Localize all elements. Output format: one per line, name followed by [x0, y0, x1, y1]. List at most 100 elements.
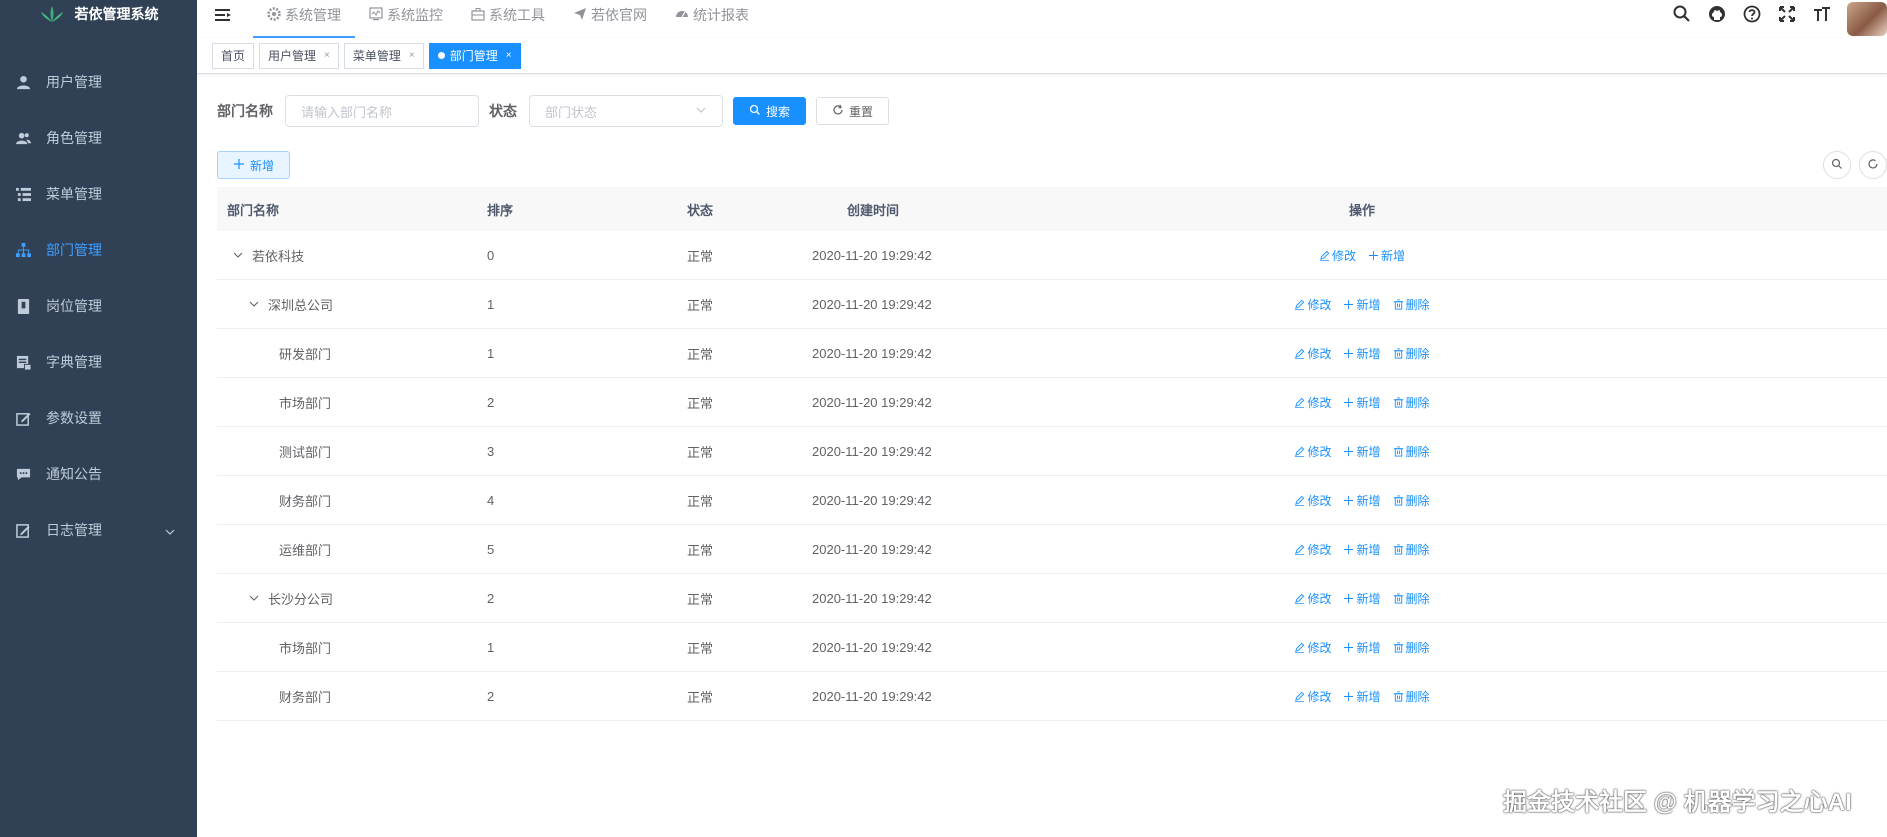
close-icon[interactable]: ×	[506, 50, 512, 61]
delete-button[interactable]: 删除	[1393, 296, 1430, 313]
action-label: 删除	[1405, 395, 1430, 410]
edit-button[interactable]: 修改	[1319, 247, 1356, 264]
sidebar-item-notice[interactable]: 通知公告	[0, 446, 197, 502]
sidebar-item-menu[interactable]: 菜单管理	[0, 166, 197, 222]
add-child-button[interactable]: 新增	[1343, 394, 1381, 411]
delete-button[interactable]: 删除	[1393, 394, 1430, 411]
add-child-button[interactable]: 新增	[1343, 345, 1381, 362]
avatar[interactable]	[1847, 2, 1887, 36]
edit-button[interactable]: 修改	[1294, 394, 1331, 411]
delete-button[interactable]: 删除	[1393, 443, 1430, 460]
table-header: 部门名称 排序 状态 创建时间 操作	[217, 187, 1887, 231]
delete-button[interactable]: 删除	[1393, 541, 1430, 558]
sidebar-item-dict[interactable]: 字典管理	[0, 334, 197, 390]
cell-status: 正常	[687, 640, 714, 656]
expand-chevron-icon[interactable]	[232, 249, 244, 261]
action-label: 删除	[1405, 591, 1430, 606]
search-button[interactable]: 搜索	[733, 97, 807, 125]
font-size-icon[interactable]	[1812, 4, 1832, 24]
edit-icon	[1294, 544, 1305, 555]
log-icon	[16, 523, 31, 538]
add-child-button[interactable]: 新增	[1343, 688, 1381, 705]
tag-dept[interactable]: 部门管理 ×	[428, 42, 521, 69]
expand-chevron-icon[interactable]	[248, 592, 260, 604]
add-child-button[interactable]: 新增	[1368, 247, 1405, 264]
add-child-button[interactable]: 新增	[1343, 492, 1381, 509]
edit-button[interactable]: 修改	[1294, 492, 1331, 509]
cell-actions: 修改 新增 删除	[1062, 296, 1662, 313]
sidebar-item-label: 用户管理	[46, 74, 102, 90]
sidebar-item-log[interactable]: 日志管理	[0, 502, 197, 558]
action-label: 新增	[1356, 444, 1381, 459]
add-button[interactable]: 新增	[217, 151, 291, 179]
delete-button[interactable]: 删除	[1393, 590, 1430, 607]
fullscreen-icon[interactable]	[1777, 4, 1797, 24]
github-icon[interactable]	[1707, 4, 1727, 24]
topmenu-label: 统计报表	[693, 7, 749, 23]
topmenu-item-monitor[interactable]: 系统监控	[355, 0, 457, 38]
topmenu-item-report[interactable]: 统计报表	[661, 0, 763, 38]
add-child-button[interactable]: 新增	[1343, 443, 1381, 460]
plus-icon	[1343, 495, 1354, 506]
dept-name: 测试部门	[279, 444, 332, 460]
topmenu-item-system[interactable]: 系统管理	[253, 0, 355, 38]
topmenu-item-tool[interactable]: 系统工具	[457, 0, 559, 38]
logo-icon	[39, 6, 65, 22]
refresh-button[interactable]	[1859, 151, 1887, 179]
search-icon[interactable]	[1672, 4, 1692, 24]
edit-button[interactable]: 修改	[1294, 639, 1331, 656]
dict-icon	[16, 355, 31, 370]
tag-user[interactable]: 用户管理 ×	[259, 42, 339, 69]
delete-button[interactable]: 删除	[1393, 688, 1430, 705]
edit-button[interactable]: 修改	[1294, 443, 1331, 460]
delete-icon	[1393, 690, 1404, 702]
search-button-label: 搜索	[766, 104, 791, 119]
dept-name-input[interactable]: 请输入部门名称	[285, 95, 479, 127]
delete-icon	[1393, 641, 1404, 653]
edit-button[interactable]: 修改	[1294, 296, 1331, 313]
edit-button[interactable]: 修改	[1294, 688, 1331, 705]
close-icon[interactable]: ×	[324, 50, 330, 61]
action-label: 删除	[1405, 444, 1430, 459]
delete-button[interactable]: 删除	[1393, 639, 1430, 656]
logo[interactable]: 若依管理系统	[0, 0, 197, 28]
topmenu-item-website[interactable]: 若依官网	[559, 0, 661, 38]
cell-sort: 1	[487, 345, 495, 361]
edit-button[interactable]: 修改	[1294, 345, 1331, 362]
question-icon[interactable]	[1742, 4, 1762, 24]
status-select[interactable]: 部门状态	[529, 95, 723, 127]
edit-button[interactable]: 修改	[1294, 590, 1331, 607]
peoples-icon	[16, 131, 31, 146]
edit-icon	[16, 411, 31, 426]
toolbar: 新增	[217, 151, 291, 179]
add-child-button[interactable]: 新增	[1343, 639, 1381, 656]
hamburger-icon[interactable]	[214, 5, 234, 25]
add-child-button[interactable]: 新增	[1343, 296, 1381, 313]
cell-created: 2020-11-20 19:29:42	[812, 394, 932, 410]
close-icon[interactable]: ×	[409, 50, 415, 61]
tag-home[interactable]: 首页	[212, 42, 255, 69]
sidebar-item-dept[interactable]: 部门管理	[0, 222, 197, 278]
add-child-button[interactable]: 新增	[1343, 590, 1381, 607]
plus-icon	[1343, 593, 1354, 604]
add-child-button[interactable]: 新增	[1343, 541, 1381, 558]
action-label: 新增	[1381, 248, 1406, 263]
edit-icon	[1294, 397, 1305, 408]
toggle-search-button[interactable]	[1823, 151, 1851, 179]
expand-chevron-icon[interactable]	[248, 298, 260, 310]
cell-status: 正常	[687, 542, 714, 558]
edit-button[interactable]: 修改	[1294, 541, 1331, 558]
tag-menu[interactable]: 菜单管理 ×	[343, 42, 424, 69]
sidebar-item-role[interactable]: 角色管理	[0, 110, 197, 166]
action-label: 修改	[1307, 493, 1332, 508]
delete-icon	[1393, 396, 1404, 408]
sidebar-item-config[interactable]: 参数设置	[0, 390, 197, 446]
plus-icon	[1343, 691, 1354, 702]
delete-button[interactable]: 删除	[1393, 345, 1430, 362]
reset-button[interactable]: 重置	[816, 97, 890, 125]
sidebar-item-user[interactable]: 用户管理	[0, 54, 197, 110]
plus-icon	[1343, 544, 1354, 555]
sidebar-item-post[interactable]: 岗位管理	[0, 278, 197, 334]
delete-button[interactable]: 删除	[1393, 492, 1430, 509]
chevron-down-icon	[695, 104, 707, 119]
